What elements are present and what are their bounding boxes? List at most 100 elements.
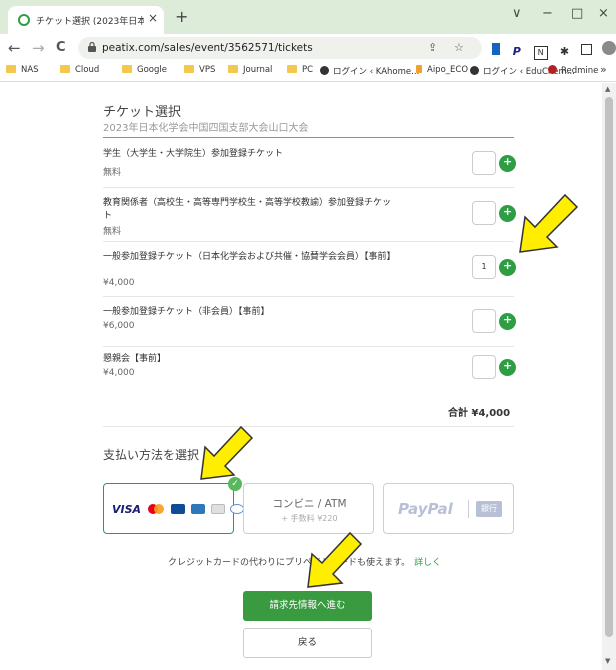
bookmark-aipo[interactable]: Aipo_ECO [416,65,468,75]
bookmark-google[interactable]: Google [122,65,167,75]
quantity-input[interactable] [472,355,496,379]
ticket-row: 一般参加登録チケット（非会員）【事前】 ¥6,000 [103,297,516,347]
event-name: 2023年日本化学会中国四国支部大会山口大会 [103,123,309,134]
p-extension-icon[interactable]: P [510,45,524,59]
quantity-stepper [449,309,519,333]
page-scrollbar[interactable]: ▲ ▼ [602,83,616,670]
jcb-logo [170,504,185,514]
ticket-name: 一般参加登録チケット（非会員）【事前】 [103,307,270,317]
folder-icon [60,65,70,73]
url-text: peatix.com/sales/event/3562571/tickets [102,42,313,54]
reload-button[interactable]: C [56,40,66,55]
bookmark-cloud[interactable]: Cloud [60,65,99,75]
paypal-logo: PayPal [398,500,453,518]
quantity-input[interactable]: 1 [472,255,496,279]
n-extension-icon[interactable]: N [533,46,548,60]
maximize-button[interactable]: □ [571,6,583,21]
ticket-price: 無料 [103,168,122,178]
sidepanel-icon[interactable] [581,44,593,55]
quantity-input[interactable] [472,309,496,333]
ticket-name: 一般参加登録チケット（日本化学会および共催・協賛学会会員）【事前】 [103,252,396,262]
bookmarks-bar: NAS Cloud Google VPS Journal PC ログイン ‹ K… [0,62,616,82]
increment-button[interactable] [499,205,516,222]
tab-search-icon[interactable]: ∨ [512,6,522,21]
annotation-arrow-icon [200,425,254,480]
bookmark-label: Redmine [561,66,599,76]
payment-title: 支払い方法を選択 [103,448,200,462]
increment-button[interactable] [499,359,516,376]
ticket-row: 教育関係者（高校生・高等専門学校生・高等学校教諭）参加登録チケット 無料 [103,188,516,242]
proceed-to-billing-button[interactable]: 請求先情報へ進む [243,591,372,621]
quantity-stepper [449,201,519,225]
aipo-icon [416,65,422,73]
folder-icon [184,65,194,73]
minimize-button[interactable]: − [542,6,553,21]
bookmark-pc[interactable]: PC [287,65,313,75]
bookmarks-more-icon[interactable]: » [600,63,607,76]
ticket-row: 一般参加登録チケット（日本化学会および共催・協賛学会会員）【事前】 ¥4,000… [103,242,516,297]
discover-logo [210,504,225,514]
total-value: ¥4,000 [471,408,511,419]
peatix-favicon-icon [18,14,30,26]
order-total: 合計 ¥4,000 [448,404,510,419]
ticket-name: 教育関係者（高校生・高等専門学校生・高等学校教諭）参加登録チケット [103,198,392,221]
url-bar[interactable]: peatix.com/sales/event/3562571/tickets ⇪… [78,37,482,59]
ticket-price: ¥4,000 [103,278,135,288]
ticket-page: チケット選択 2023年日本化学会中国四国支部大会山口大会 学生（大学生・大学院… [0,83,616,670]
lock-icon [88,42,96,52]
bookmark-kahome[interactable]: ログイン ‹ KAhome... [320,65,419,77]
scroll-down-icon[interactable]: ▼ [605,657,610,665]
bookmark-label: Aipo_ECO [427,65,469,75]
wordpress-icon [320,66,329,75]
bank-badge: 銀行 [476,501,502,517]
wordpress-icon [470,66,479,75]
tab-title: チケット選択 (2023年日本化学会中 [36,17,144,27]
bookmark-redmine[interactable]: Redmine [548,65,598,76]
learn-more-link[interactable]: 詳しく [414,558,441,568]
profile-avatar[interactable] [602,41,616,55]
redmine-icon [548,65,557,74]
bookmark-star-icon[interactable]: ☆ [454,41,464,54]
ticket-price: ¥6,000 [103,321,135,331]
increment-button[interactable] [499,313,516,330]
ticket-row: 懇親会【事前】 ¥4,000 [103,347,516,397]
back-button[interactable]: 戻る [243,628,372,658]
quantity-input[interactable] [472,201,496,225]
bookmark-vps[interactable]: VPS [184,65,215,75]
puzzle-extension-icon[interactable]: ✱ [557,45,571,59]
quantity-stepper: 1 [449,255,519,279]
ticket-row: 学生（大学生・大学院生）参加登録チケット 無料 [103,138,516,188]
quantity-input[interactable] [472,151,496,175]
total-divider [103,426,514,427]
scroll-thumb[interactable] [605,97,613,637]
payment-option-paypal[interactable]: PayPal 銀行 [383,483,514,534]
ticket-name: 懇親会【事前】 [103,354,167,364]
increment-button[interactable] [499,155,516,172]
browser-tab-active[interactable]: チケット選択 (2023年日本化学会中 × [8,6,164,34]
forward-button[interactable]: → [32,39,45,57]
page-title: チケット選択 [103,105,182,120]
bookmark-nas[interactable]: NAS [6,65,39,75]
new-tab-button[interactable]: + [175,7,188,26]
bookmark-label: Cloud [75,65,100,75]
folder-icon [228,65,238,73]
folder-icon [6,65,16,73]
quantity-stepper [449,151,519,175]
ticket-price: 無料 [103,227,122,237]
tab-close-icon[interactable]: × [148,11,158,25]
scroll-up-icon[interactable]: ▲ [605,85,610,93]
ticket-name: 学生（大学生・大学院生）参加登録チケット [103,149,284,159]
bookmark-journal[interactable]: Journal [228,65,272,75]
amex-logo [190,504,205,514]
quantity-stepper [449,355,519,379]
back-button[interactable]: ← [8,39,21,57]
increment-button[interactable] [499,259,516,276]
payment-option-card[interactable]: ✓ VISA [103,477,245,534]
paypal-divider [468,500,469,518]
prepaid-note-text: クレジットカードの代わりにプリペイドカードも使えます。 [168,558,411,568]
close-window-button[interactable]: × [598,6,609,21]
browser-tab-bar: チケット選択 (2023年日本化学会中 × + ∨ − □ × [0,0,616,34]
share-icon[interactable]: ⇪ [428,41,437,54]
bookmark-label: ログイン ‹ KAhome... [333,67,420,77]
flag-extension-icon[interactable] [492,43,500,55]
